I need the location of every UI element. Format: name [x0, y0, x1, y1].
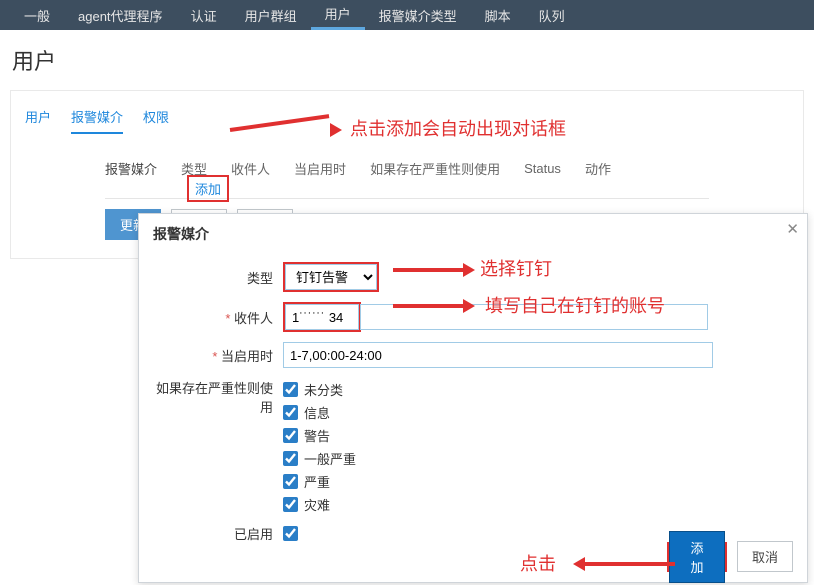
th-severity: 如果存在严重性则使用: [370, 159, 500, 178]
nav-usergroups[interactable]: 用户群组: [231, 0, 311, 30]
close-icon[interactable]: ✕: [786, 220, 799, 238]
nav-queue[interactable]: 队列: [525, 0, 579, 30]
tab-user[interactable]: 用户: [25, 101, 51, 134]
page-title: 用户: [0, 30, 814, 90]
type-highlight: 钉钉告警: [283, 262, 379, 292]
nav-auth[interactable]: 认证: [177, 0, 231, 30]
chk-average[interactable]: 一般严重: [283, 449, 356, 468]
media-modal: 报警媒介 ✕ 类型 钉钉告警 收件人 当启用时 如果存在严重性则使用 未分类 信…: [138, 213, 808, 583]
chk-warning[interactable]: 警告: [283, 426, 356, 445]
nav-users[interactable]: 用户: [311, 0, 365, 30]
nav-mediatypes[interactable]: 报警媒介类型: [365, 0, 471, 30]
nav-scripts[interactable]: 脚本: [471, 0, 525, 30]
lbl-severity: 如果存在严重性则使用: [153, 378, 283, 416]
recipient-highlight: [283, 302, 361, 332]
th-action: 动作: [585, 159, 611, 178]
media-header-row: 报警媒介 类型 收件人 当启用时 如果存在严重性则使用 Status 动作 添加: [25, 153, 789, 188]
add-highlight: 添加: [187, 175, 229, 202]
severity-checks: 未分类 信息 警告 一般严重 严重 灾难: [283, 378, 356, 514]
media-label: 报警媒介: [105, 159, 157, 178]
add-link[interactable]: 添加: [195, 182, 221, 197]
lbl-enabled: 已启用: [153, 524, 283, 543]
modal-footer: 添加 取消: [667, 541, 793, 572]
th-when: 当启用时: [294, 159, 346, 178]
tab-media[interactable]: 报警媒介: [71, 101, 123, 134]
th-status: Status: [524, 161, 561, 176]
chk-information[interactable]: 信息: [283, 403, 356, 422]
tabs: 用户 报警媒介 权限: [25, 101, 789, 135]
tab-perm[interactable]: 权限: [143, 101, 169, 134]
recipient-ext[interactable]: [360, 304, 708, 330]
modal-cancel-button[interactable]: 取消: [737, 541, 793, 572]
enabled-checkbox[interactable]: [283, 526, 298, 541]
modal-title: 报警媒介: [153, 224, 793, 244]
lbl-when: 当启用时: [153, 346, 283, 365]
recipient-input[interactable]: [285, 304, 359, 330]
type-select[interactable]: 钉钉告警: [285, 264, 377, 290]
nav-general[interactable]: 一般: [10, 0, 64, 30]
chk-notclassified[interactable]: 未分类: [283, 380, 356, 399]
chk-disaster[interactable]: 灾难: [283, 495, 356, 514]
lbl-type: 类型: [153, 268, 283, 287]
top-nav: 一般 agent代理程序 认证 用户群组 用户 报警媒介类型 脚本 队列: [0, 0, 814, 30]
chk-high[interactable]: 严重: [283, 472, 356, 491]
when-active-input[interactable]: [283, 342, 713, 368]
lbl-recipient: 收件人: [153, 308, 283, 327]
nav-agent[interactable]: agent代理程序: [64, 0, 177, 30]
th-recipient: 收件人: [231, 159, 270, 178]
